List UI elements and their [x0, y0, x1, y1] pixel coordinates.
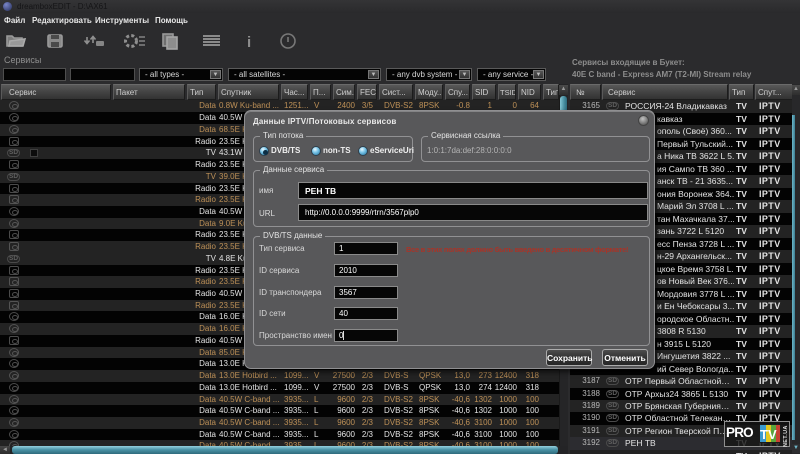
svg-text:i: i [247, 34, 251, 51]
svg-text:TV: TV [760, 427, 777, 442]
